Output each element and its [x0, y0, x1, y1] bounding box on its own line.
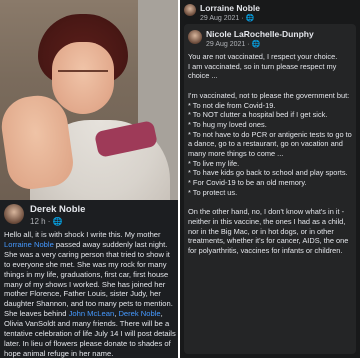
- shared-author-name[interactable]: Nicole LaRochelle-Dunphy: [206, 29, 314, 39]
- post-photo[interactable]: [0, 0, 178, 200]
- post-line: * To live my life.: [188, 158, 240, 168]
- post-line: * To have kids go back to school and pla…: [188, 168, 348, 178]
- post-line: * To NOT clutter a hospital bed if I get…: [188, 110, 328, 120]
- post-line: You are not vaccinated, I respect your c…: [188, 52, 338, 61]
- left-screenshot: Derek Noble 12 h · 🌐 Hello all, it is wi…: [0, 0, 178, 358]
- post-body: Hello all, it is with shock I write this…: [4, 230, 176, 358]
- post-line: * To not have to do PCR or antigenic tes…: [188, 129, 352, 159]
- globe-icon: 🌐: [251, 41, 261, 48]
- nicole-avatar[interactable]: [188, 30, 202, 44]
- post-line: * To protect us.: [188, 187, 238, 197]
- shared-post-card[interactable]: Nicole LaRochelle-Dunphy 29 Aug 2021 · 🌐…: [184, 24, 356, 354]
- photo-glasses: [58, 70, 108, 84]
- shared-time-text: 29 Aug 2021 ·: [206, 41, 252, 48]
- post-line: * To hug my loved ones.: [188, 119, 267, 129]
- lorraine-avatar[interactable]: [184, 4, 196, 16]
- post-line: * To not die from Covid-19.: [188, 100, 276, 110]
- globe-icon: 🌐: [52, 217, 63, 226]
- post-line: On the other hand, no, I don't know what…: [188, 207, 349, 256]
- post-paragraph: I'm vaccinated, not to please the govern…: [188, 91, 354, 198]
- post-header: Derek Noble 12 h · 🌐: [0, 200, 178, 230]
- post-time-text: 12 h ·: [30, 217, 53, 226]
- mention-link[interactable]: Lorraine Noble: [4, 240, 54, 249]
- right-screenshot: Lorraine Noble 29 Aug 2021 · 🌐 Nicole La…: [180, 0, 360, 358]
- post-paragraph: You are not vaccinated, I respect your c…: [188, 52, 354, 81]
- mention-link[interactable]: John McLean: [69, 309, 115, 318]
- share-time-text: 29 Aug 2021 ·: [200, 15, 246, 22]
- post-author-name[interactable]: Derek Noble: [30, 204, 85, 215]
- post-paragraph: On the other hand, no, I don't know what…: [188, 207, 354, 256]
- globe-icon: 🌐: [245, 15, 255, 22]
- shared-timestamp[interactable]: 29 Aug 2021 · 🌐: [206, 40, 260, 48]
- share-author-name[interactable]: Lorraine Noble: [200, 3, 260, 13]
- post-line: * For Covid-19 to be an old memory.: [188, 178, 307, 188]
- post-line: I'm vaccinated, not to please the govern…: [188, 90, 350, 100]
- post-text: Hello all, it is with shock I write this…: [4, 230, 161, 239]
- shared-post-body: You are not vaccinated, I respect your c…: [188, 52, 354, 265]
- mention-link[interactable]: Derek Noble: [118, 309, 160, 318]
- derek-avatar[interactable]: [4, 204, 24, 224]
- share-timestamp[interactable]: 29 Aug 2021 · 🌐: [200, 14, 254, 22]
- post-timestamp[interactable]: 12 h · 🌐: [30, 217, 63, 226]
- post-text: passed away suddenly last night. She was…: [4, 239, 173, 319]
- post-line: I am vaccinated, so in turn please respe…: [188, 61, 337, 81]
